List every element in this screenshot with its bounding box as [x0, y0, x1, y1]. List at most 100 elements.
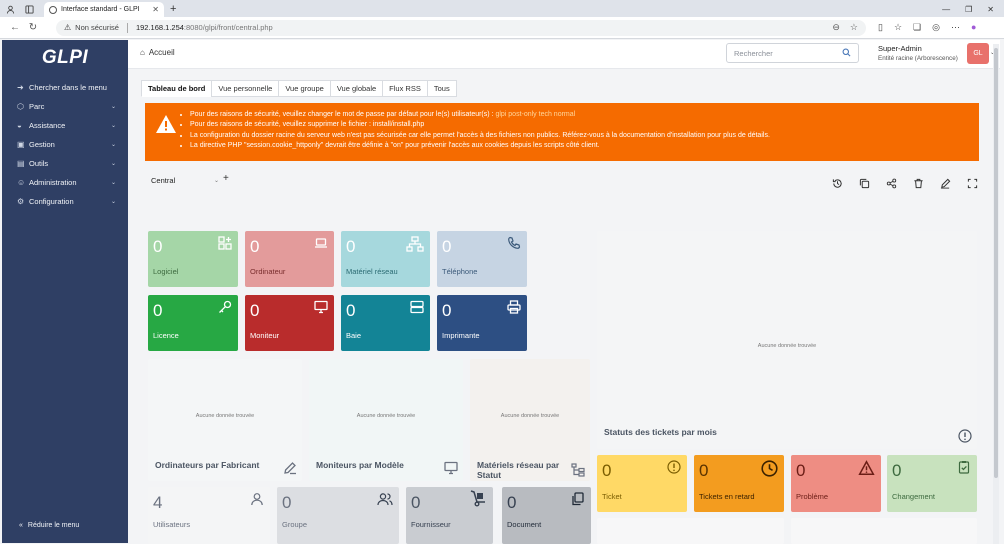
clipboard-check-icon	[958, 461, 970, 474]
tab-vue-groupe[interactable]: Vue groupe	[278, 80, 330, 97]
card-label: Baie	[346, 331, 362, 340]
tab-flux-rss[interactable]: Flux RSS	[382, 80, 427, 97]
no-data-label: Aucune donnée trouvée	[356, 413, 416, 419]
fullscreen-icon[interactable]	[965, 176, 979, 190]
card-tickets-en-retard[interactable]: 0 Tickets en retard	[694, 455, 784, 512]
sidebar-item-parc[interactable]: ⬡ Parc ⌄	[2, 97, 128, 116]
security-alert: Pour des raisons de sécurité, veuillez c…	[145, 103, 979, 161]
tab-vue-globale[interactable]: Vue globale	[329, 80, 383, 97]
extensions-icon[interactable]: ◎	[932, 22, 940, 33]
restore-icon[interactable]: ❐	[965, 5, 972, 14]
sidebar-item-configuration[interactable]: ⚙ Configuration ⌄	[2, 192, 128, 211]
browser-tab-bar: Interface standard - GLPI ✕ + — ❐ ✕	[0, 0, 1004, 17]
hierarchy-icon	[571, 463, 585, 477]
warning-triangle-icon[interactable]: ⚠	[64, 23, 71, 32]
key-icon	[219, 300, 232, 313]
tab-actions-icon[interactable]	[23, 3, 35, 15]
scrollbar-thumb[interactable]	[994, 48, 998, 478]
search-input[interactable]: Rechercher	[726, 43, 859, 63]
browser-tab[interactable]: Interface standard - GLPI ✕	[44, 2, 164, 17]
card-ordinateur[interactable]: 0 Ordinateur	[245, 231, 334, 287]
card-probleme[interactable]: 0 Problème	[791, 455, 881, 512]
edit-icon[interactable]	[938, 176, 952, 190]
url-field[interactable]: ⚠ Non sécurisé 192.168.1.254 :8080/glpi/…	[56, 19, 866, 36]
add-dashboard-button[interactable]: +	[223, 173, 229, 184]
card-label: Matériel réseau	[346, 267, 398, 276]
card-baie[interactable]: 0 Baie	[341, 295, 430, 351]
card-label: Document	[507, 520, 542, 529]
dashboard-select[interactable]: Central ⌄	[145, 172, 219, 188]
card-value: 0	[282, 493, 292, 512]
close-window-icon[interactable]: ✕	[987, 5, 994, 14]
sidebar-item-search-menu[interactable]: ➜ Chercher dans le menu	[2, 78, 128, 97]
breadcrumb-home[interactable]: ⌂ Accueil	[140, 48, 175, 57]
page-scrollbar[interactable]	[993, 44, 999, 544]
address-bar-row: ← ↻ ⚠ Non sécurisé 192.168.1.254 :8080/g…	[0, 17, 1004, 39]
sidebar-item-outils[interactable]: ▤ Outils ⌄	[2, 154, 128, 173]
widget-bottom-left	[597, 518, 784, 544]
sidebar-item-label: Gestion	[29, 140, 55, 149]
close-tab-icon[interactable]: ✕	[152, 5, 159, 14]
reduce-menu-button[interactable]: « Réduire le menu	[19, 522, 79, 529]
sidebar-item-label: Configuration	[29, 197, 74, 206]
card-imprimante[interactable]: 0 Imprimante	[437, 295, 527, 351]
no-data-label: Aucune donnée trouvée	[500, 413, 560, 419]
card-document[interactable]: 0 Document	[502, 487, 591, 544]
tab-vue-personnelle[interactable]: Vue personnelle	[211, 80, 279, 97]
user-info[interactable]: Super-Admin Entité racine (Arborescence)	[878, 44, 958, 64]
user-icon	[251, 493, 263, 506]
favorites-icon[interactable]: ☆	[894, 22, 902, 33]
no-data-label: Aucune donnée trouvée	[195, 413, 255, 419]
tab-tableau-de-bord[interactable]: Tableau de bord	[141, 80, 212, 97]
copilot-icon[interactable]: ●	[971, 22, 976, 33]
sidebar-item-administration[interactable]: ☺ Administration ⌄	[2, 173, 128, 192]
alert-users-link[interactable]: glpi post-only tech normal	[495, 111, 575, 118]
card-logiciel[interactable]: 0 Logiciel	[148, 231, 238, 287]
home-icon: ⌂	[140, 48, 145, 57]
card-materiel-reseau[interactable]: 0 Matériel réseau	[341, 231, 430, 287]
reload-icon[interactable]: ↻	[24, 22, 42, 33]
not-secure-label[interactable]: Non sécurisé	[75, 23, 119, 32]
more-icon[interactable]: ⋯	[951, 22, 960, 33]
widget-title: Matériels réseau par Statut	[477, 460, 560, 480]
users-icon: ☺	[17, 178, 26, 187]
gear-icon: ⚙	[17, 197, 25, 206]
phone-icon	[508, 236, 521, 249]
card-ticket[interactable]: 0 Ticket	[597, 455, 687, 512]
minimize-icon[interactable]: —	[942, 5, 950, 14]
chevron-down-icon: ⌄	[110, 104, 116, 110]
card-label: Fournisseur	[411, 520, 451, 529]
apps-icon	[218, 236, 232, 250]
card-value: 0	[507, 493, 517, 512]
profile-icon[interactable]	[4, 3, 16, 15]
card-telephone[interactable]: 0 Téléphone	[437, 231, 527, 287]
widget-statuts-tickets-par-mois: Aucune donnée trouvée Statuts des ticket…	[597, 231, 977, 449]
history-icon[interactable]	[830, 176, 844, 190]
sidebar-item-assistance[interactable]: ◒ Assistance ⌄	[2, 116, 128, 135]
share-icon[interactable]	[884, 176, 898, 190]
sidebar-item-gestion[interactable]: ▣ Gestion ⌄	[2, 135, 128, 154]
card-changement[interactable]: 0 Changement	[887, 455, 977, 512]
avatar[interactable]: GL	[967, 43, 989, 64]
card-fournisseur[interactable]: 0 Fournisseur	[406, 487, 493, 544]
split-screen-icon[interactable]: ▯	[878, 22, 883, 33]
card-groupe[interactable]: 0 Groupe	[277, 487, 399, 544]
favorite-star-icon[interactable]: ☆	[850, 22, 858, 33]
back-icon[interactable]: ←	[6, 22, 24, 33]
new-tab-icon[interactable]: +	[170, 3, 176, 15]
reader-icon[interactable]: ⊖	[832, 22, 840, 33]
card-moniteur[interactable]: 0 Moniteur	[245, 295, 334, 351]
chevron-down-icon: ⌄	[110, 123, 116, 129]
collections-icon[interactable]: ❏	[913, 22, 921, 33]
url-path: :8080/glpi/front/central.php	[183, 23, 273, 32]
search-icon[interactable]	[842, 48, 851, 59]
widget-bottom-right	[791, 518, 977, 544]
trash-icon[interactable]	[911, 176, 925, 190]
card-licence[interactable]: 0 Licence	[148, 295, 238, 351]
glpi-logo[interactable]: GLPI	[2, 40, 128, 76]
clone-icon[interactable]	[857, 176, 871, 190]
glpi-favicon-icon	[49, 5, 57, 14]
card-utilisateurs[interactable]: 4 Utilisateurs	[148, 487, 270, 544]
card-value: 0	[346, 237, 356, 256]
tab-tous[interactable]: Tous	[426, 80, 457, 97]
